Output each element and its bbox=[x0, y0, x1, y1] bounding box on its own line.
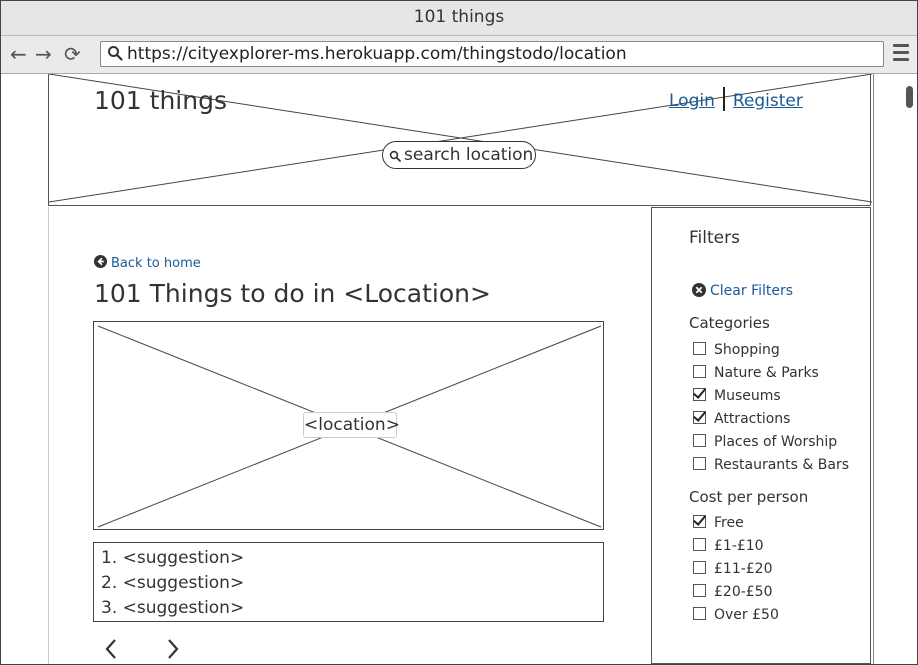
main-content: Back to home 101 Things to do in <Locati… bbox=[48, 207, 651, 664]
checkbox-box[interactable] bbox=[693, 411, 706, 424]
location-image-placeholder: <location> bbox=[93, 321, 604, 530]
checkbox-box[interactable] bbox=[693, 584, 706, 597]
checkbox-box[interactable] bbox=[693, 607, 706, 620]
checkbox-20-50[interactable]: £20-£50 bbox=[693, 584, 773, 600]
menu-icon[interactable] bbox=[893, 44, 909, 65]
browser-toolbar: ← → ⟳ https://cityexplorer-ms.herokuapp.… bbox=[1, 36, 917, 74]
checkbox-box[interactable] bbox=[693, 561, 706, 574]
login-link[interactable]: Login bbox=[669, 91, 715, 111]
filters-panel: Filters Clear Filters Categories Shoppin… bbox=[651, 207, 871, 664]
address-bar[interactable]: https://cityexplorer-ms.herokuapp.com/th… bbox=[100, 41, 884, 67]
auth-divider bbox=[722, 87, 725, 111]
suggestion-list: 1. <suggestion> 2. <suggestion> 3. <sugg… bbox=[93, 542, 604, 622]
checkbox-places-of-worship[interactable]: Places of Worship bbox=[693, 434, 837, 450]
browser-window: 101 things ← → ⟳ https://cityexplorer-ms… bbox=[0, 0, 918, 665]
checkbox-box[interactable] bbox=[693, 365, 706, 378]
chevron-left-icon[interactable] bbox=[104, 638, 118, 660]
site-header: 101 things Login Register search location bbox=[48, 74, 872, 206]
search-location-button[interactable]: search location bbox=[382, 141, 536, 169]
checkbox-1-10[interactable]: £1-£10 bbox=[693, 538, 764, 554]
checkbox-box[interactable] bbox=[693, 515, 706, 528]
window-title: 101 things bbox=[1, 1, 917, 36]
site-brand[interactable]: 101 things bbox=[94, 86, 227, 115]
forward-arrow-icon[interactable]: → bbox=[35, 42, 52, 66]
clear-filters-label: Clear Filters bbox=[710, 283, 794, 299]
back-arrow-icon[interactable]: ← bbox=[10, 42, 27, 66]
checkbox-museums[interactable]: Museums bbox=[693, 388, 781, 404]
page-title: 101 Things to do in <Location> bbox=[94, 279, 491, 308]
arrow-left-circle-icon bbox=[94, 255, 107, 268]
checkbox-over-50[interactable]: Over £50 bbox=[693, 607, 779, 623]
checkbox-box[interactable] bbox=[693, 457, 706, 470]
back-to-home-label: Back to home bbox=[111, 256, 201, 271]
search-icon bbox=[389, 150, 401, 162]
checkbox-attractions[interactable]: Attractions bbox=[693, 411, 790, 427]
back-to-home-link[interactable]: Back to home bbox=[94, 255, 201, 271]
search-icon bbox=[108, 46, 123, 61]
checkbox-nature-parks[interactable]: Nature & Parks bbox=[693, 365, 819, 381]
list-item[interactable]: 1. <suggestion> bbox=[101, 546, 603, 571]
cost-heading: Cost per person bbox=[689, 488, 809, 506]
close-circle-icon bbox=[692, 283, 706, 297]
checkbox-box[interactable] bbox=[693, 538, 706, 551]
scrollbar-thumb[interactable] bbox=[906, 86, 913, 108]
checkbox-box[interactable] bbox=[693, 388, 706, 401]
auth-links: Login Register bbox=[669, 87, 803, 113]
checkbox-free[interactable]: Free bbox=[693, 515, 744, 531]
scrollbar[interactable] bbox=[873, 74, 917, 664]
reload-icon[interactable]: ⟳ bbox=[64, 42, 81, 66]
list-item[interactable]: 2. <suggestion> bbox=[101, 571, 603, 596]
url-text: https://cityexplorer-ms.herokuapp.com/th… bbox=[127, 44, 627, 64]
checkbox-box[interactable] bbox=[693, 434, 706, 447]
scrollbar-track bbox=[873, 74, 874, 664]
list-item[interactable]: 3. <suggestion> bbox=[101, 596, 603, 621]
checkbox-box[interactable] bbox=[693, 342, 706, 355]
location-label: <location> bbox=[303, 412, 400, 438]
checkbox-restaurants-bars[interactable]: Restaurants & Bars bbox=[693, 457, 849, 473]
checkbox-shopping[interactable]: Shopping bbox=[693, 342, 780, 358]
register-link[interactable]: Register bbox=[733, 91, 803, 111]
search-location-label: search location bbox=[404, 145, 534, 165]
clear-filters-button[interactable]: Clear Filters bbox=[692, 283, 793, 299]
categories-heading: Categories bbox=[689, 314, 770, 332]
page-viewport: 101 things Login Register search location… bbox=[1, 74, 917, 664]
chevron-right-icon[interactable] bbox=[166, 638, 180, 660]
filters-title: Filters bbox=[689, 228, 740, 248]
checkbox-11-20[interactable]: £11-£20 bbox=[693, 561, 773, 577]
